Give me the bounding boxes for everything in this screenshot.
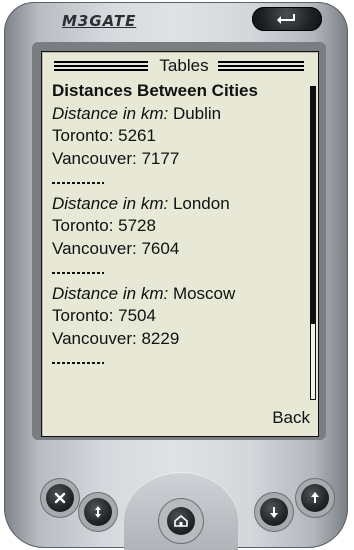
distance-label: Distance in km: <box>52 193 169 213</box>
distance-content: Distances Between Cities Distance in km:… <box>52 80 308 373</box>
home-icon <box>174 514 188 527</box>
scroll-icon <box>95 506 101 518</box>
distance-label-row: Distance in km: London <box>52 193 308 216</box>
scroll-button[interactable] <box>84 498 112 526</box>
title-decoration-right <box>218 61 304 71</box>
toronto-distance: Toronto: 7504 <box>52 306 156 325</box>
scroll-up-button[interactable] <box>301 484 329 512</box>
screen: Tables Distances Between Cities Distance… <box>41 51 319 437</box>
close-button[interactable] <box>46 484 74 512</box>
separator <box>52 260 308 283</box>
screen-title-bar: Tables <box>42 57 318 75</box>
vancouver-distance: Vancouver: 7177 <box>52 148 180 168</box>
screen-title: Tables <box>159 56 209 75</box>
separator <box>52 350 308 373</box>
distance-label-row: Distance in km: Moscow <box>52 283 308 306</box>
title-decoration-left <box>54 61 148 71</box>
scroll-down-button[interactable] <box>260 498 288 526</box>
vancouver-distance: Vancouver: 8229 <box>52 328 180 348</box>
up-icon <box>311 492 319 503</box>
back-link[interactable]: Back <box>272 408 310 428</box>
distance-label: Distance in km: <box>52 103 169 123</box>
scrollbar[interactable] <box>310 86 316 400</box>
close-icon <box>54 492 66 504</box>
separator <box>52 170 308 193</box>
toronto-distance: Toronto: 5728 <box>52 216 156 235</box>
city-name: Dublin <box>172 103 222 123</box>
return-button[interactable] <box>252 7 322 31</box>
return-arrow-icon <box>277 14 295 24</box>
city-name: Moscow <box>172 283 236 303</box>
page-heading: Distances Between Cities <box>52 81 258 100</box>
scroll-thumb[interactable] <box>311 87 315 325</box>
toronto-distance: Toronto: 5261 <box>52 126 156 145</box>
city-name: London <box>172 193 230 213</box>
down-icon <box>270 507 278 518</box>
distance-label: Distance in km: <box>52 283 169 303</box>
vancouver-distance: Vancouver: 7604 <box>52 238 180 258</box>
distance-label-row: Distance in km: Dublin <box>52 103 308 126</box>
home-button[interactable] <box>167 507 195 535</box>
pda-device: M3GATE Tables Distances Between Cities D… <box>4 2 348 550</box>
brand-label: M3GATE <box>62 12 137 30</box>
